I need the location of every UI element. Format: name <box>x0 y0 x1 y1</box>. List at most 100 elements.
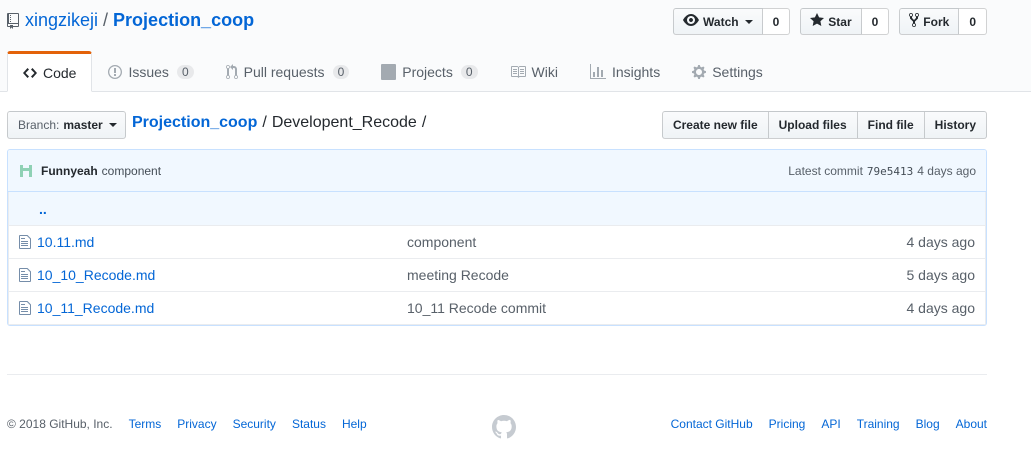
watch-group: Watch 0 <box>673 8 791 35</box>
book-icon <box>510 64 526 80</box>
file-commit-message-link[interactable]: component <box>407 234 476 250</box>
branch-label: Branch: <box>18 118 60 132</box>
eye-icon <box>683 12 700 31</box>
file-commit-message-link[interactable]: meeting Recode <box>407 267 509 283</box>
caret-down-icon <box>744 19 753 24</box>
latest-commit-label: Latest commit <box>788 163 863 178</box>
commit-message-link[interactable]: component <box>102 164 161 178</box>
commit-age: 4 days ago <box>917 163 976 178</box>
repo-title-separator: / <box>103 10 109 30</box>
project-icon <box>381 63 397 80</box>
footer-link-about[interactable]: About <box>956 417 987 431</box>
avatar[interactable] <box>18 161 34 181</box>
file-icon <box>19 267 35 283</box>
tab-settings[interactable]: Settings <box>676 51 779 92</box>
fork-label: Fork <box>923 14 950 29</box>
branch-select-button[interactable]: Branch: master <box>7 111 126 139</box>
star-icon <box>810 12 825 31</box>
repo-owner-link[interactable]: xingzikeji <box>25 10 98 31</box>
footer-link-terms[interactable]: Terms <box>129 417 162 431</box>
footer-copyright: © 2018 GitHub, Inc. <box>7 417 113 431</box>
watch-label: Watch <box>703 14 739 29</box>
history-button[interactable]: History <box>923 111 987 139</box>
star-count[interactable]: 0 <box>861 8 890 35</box>
tab-insights-label: Insights <box>611 63 661 80</box>
pagehead-actions: Watch 0 Star 0 Fork 0 <box>673 8 987 35</box>
breadcrumb-current-dir: Developent_Recode <box>271 114 417 131</box>
issues-counter: 0 <box>176 64 194 79</box>
issue-opened-icon <box>108 64 123 80</box>
footer-right: Contact GitHub Pricing API Training Blog… <box>655 417 987 431</box>
file-name-link[interactable]: 10_10_Recode.md <box>37 267 155 283</box>
footer-link-security[interactable]: Security <box>233 417 276 431</box>
table-row: 10_11_Recode.md 10_11 Recode commit 4 da… <box>9 291 985 324</box>
file-age: 5 days ago <box>906 267 976 283</box>
pulls-counter: 0 <box>332 64 350 79</box>
tab-projects[interactable]: Projects 0 <box>365 51 493 92</box>
caret-down-icon <box>108 123 117 127</box>
commit-sha-link[interactable]: 79e5413 <box>867 165 913 178</box>
git-pull-request-icon <box>225 63 238 80</box>
tab-issues[interactable]: Issues 0 <box>92 51 209 92</box>
fork-group: Fork 0 <box>899 8 987 35</box>
tab-pull-requests[interactable]: Pull requests 0 <box>210 51 366 92</box>
file-listing: Funnyeah component Latest commit 79e5413… <box>7 149 987 326</box>
tab-pull-requests-label: Pull requests <box>243 63 325 80</box>
footer-link-help[interactable]: Help <box>342 417 367 431</box>
branch-value: master <box>63 118 103 132</box>
code-icon <box>23 65 37 81</box>
footer-link-blog[interactable]: Blog <box>916 417 940 431</box>
fork-button[interactable]: Fork <box>899 8 960 35</box>
fork-count[interactable]: 0 <box>959 8 987 35</box>
file-icon <box>19 300 35 316</box>
footer-link-privacy[interactable]: Privacy <box>177 417 216 431</box>
footer-link-training[interactable]: Training <box>857 417 900 431</box>
tab-wiki[interactable]: Wiki <box>494 51 574 92</box>
file-name-link[interactable]: 10_11_Recode.md <box>37 300 154 316</box>
footer-link-contact[interactable]: Contact GitHub <box>671 417 753 431</box>
repo-nav: Code Issues 0 Pull requests 0 Projects 0 <box>7 51 779 92</box>
footer-link-api[interactable]: API <box>821 417 840 431</box>
footer-link-pricing[interactable]: Pricing <box>769 417 806 431</box>
create-new-file-button[interactable]: Create new file <box>661 111 769 139</box>
star-button[interactable]: Star <box>800 8 862 35</box>
files-table: .. 10.11.md component 4 days ago 10_10_R… <box>8 192 986 325</box>
file-navigation: Branch: master Projection_coop / Develop… <box>7 111 987 139</box>
graph-icon <box>589 63 606 80</box>
breadcrumb-trailing-separator: / <box>421 114 427 131</box>
footer-link-status[interactable]: Status <box>292 417 326 431</box>
commit-tease: Funnyeah component Latest commit 79e5413… <box>8 150 986 192</box>
up-tree-row: .. <box>9 192 985 225</box>
commit-author-link[interactable]: Funnyeah <box>41 164 98 178</box>
gear-icon <box>692 64 707 80</box>
parent-directory-link[interactable]: .. <box>39 201 47 217</box>
table-row: 10_10_Recode.md meeting Recode 5 days ag… <box>9 258 985 291</box>
repo-name-link[interactable]: Projection_coop <box>113 10 254 31</box>
tab-insights[interactable]: Insights <box>574 51 676 92</box>
breadcrumb-root-link[interactable]: Projection_coop <box>132 114 257 132</box>
breadcrumb: Projection_coop / Developent_Recode / <box>132 114 431 132</box>
file-name-link[interactable]: 10.11.md <box>37 234 94 250</box>
breadcrumb-separator: / <box>262 114 267 131</box>
file-actions: Create new file Upload files Find file H… <box>661 111 987 139</box>
file-age: 4 days ago <box>906 234 976 250</box>
star-group: Star 0 <box>800 8 890 35</box>
repo-icon <box>7 12 19 29</box>
tab-issues-label: Issues <box>128 63 169 80</box>
repo-title: xingzikeji / Projection_coop <box>7 10 254 31</box>
watch-button[interactable]: Watch <box>673 8 763 35</box>
find-file-button[interactable]: Find file <box>856 111 925 139</box>
star-label: Star <box>828 14 852 29</box>
site-footer: © 2018 GitHub, Inc. Terms Privacy Securi… <box>7 374 987 466</box>
upload-files-button[interactable]: Upload files <box>767 111 858 139</box>
tab-code[interactable]: Code <box>7 51 93 92</box>
file-commit-message-link[interactable]: 10_11 Recode commit <box>407 300 546 316</box>
github-mark-icon[interactable] <box>492 415 516 442</box>
file-age: 4 days ago <box>906 300 976 316</box>
watch-count[interactable]: 0 <box>762 8 791 35</box>
fork-icon <box>909 12 920 31</box>
repo-header: xingzikeji / Projection_coop Watch 0 Sta… <box>0 0 1031 92</box>
tab-projects-label: Projects <box>402 63 453 80</box>
table-row: 10.11.md component 4 days ago <box>9 225 985 258</box>
tab-settings-label: Settings <box>712 63 763 80</box>
